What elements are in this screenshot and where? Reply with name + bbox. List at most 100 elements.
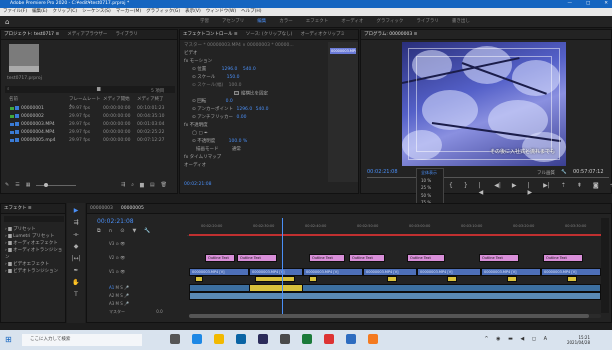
video-clip[interactable]: 00000003.MP4 [V] [417,268,481,276]
effects-folder-audio-transitions[interactable]: › ▆ オーディオトランジション [5,247,65,261]
workspace-tab-assembly[interactable]: アセンブリ [222,16,244,28]
video-clip[interactable]: 00000003.MP4 [V] [481,268,541,276]
menu-view[interactable]: 表示(V) [185,8,201,16]
track-header-a3[interactable]: A3 M S 🎤 [89,300,185,308]
mask-tools[interactable]: ◯ ▢ ✒ [192,131,208,137]
menu-help[interactable]: ヘルプ(H) [241,8,261,16]
tab-libraries[interactable]: ライブラリ [115,30,138,39]
menu-marker[interactable]: マーカー(M) [116,8,141,16]
adjustment-clip[interactable] [255,276,295,282]
workspace-tab-export[interactable]: 書き出し [452,16,470,28]
find-icon[interactable]: ⌕ [131,182,134,188]
menu-sequence[interactable]: シーケンス(S) [82,8,111,16]
task-view-icon[interactable] [170,334,180,344]
graphic-clip[interactable]: Outline Text [349,254,385,262]
effect-mini-timeline[interactable]: 00000003.MP4 [328,42,358,182]
adjustment-clip[interactable] [387,276,397,282]
edge-icon[interactable] [192,334,202,344]
nest-icon[interactable]: ⧉ [97,228,101,234]
pen-icon[interactable]: ✒ [71,267,81,275]
uniform-scale-checkbox[interactable]: 縦横比を固定 [234,91,268,97]
slip-icon[interactable]: |↔| [71,255,81,263]
video-clip[interactable]: 00000003.MP4 [V] [363,268,417,276]
source-line[interactable]: マスター * 00000003.MP4 ∨ 00000003 * 00000..… [184,43,294,49]
zoom-option-50[interactable]: 50 % [417,192,443,200]
home-icon[interactable]: ⌂ [5,18,9,26]
tab-program[interactable]: プログラム: 00000003 ≡ [364,30,417,39]
hand-icon[interactable]: ✋ [71,279,81,287]
audio-clip-selected[interactable] [249,284,303,292]
minimize-button[interactable]: — [567,0,572,8]
tab-effects[interactable]: エフェクト ≡ [4,204,32,213]
timeline-scrollbar[interactable] [189,314,601,318]
tab-audio-clip-mixer[interactable]: オーディオクリップミ [300,30,345,39]
timeline-settings-icon[interactable]: 🔧 [144,228,150,234]
effect-timecode[interactable]: 00:02:21:08 [184,182,211,188]
program-scrubber[interactable] [367,177,609,178]
workspace-tab-learn[interactable]: 学習 [200,16,209,28]
taskbar-search-input[interactable]: ここに入力して検索 [22,334,142,346]
playhead[interactable] [282,218,283,318]
system-tray-icons[interactable]: ^ ◉ ▬ ◀ ◻ A [484,336,550,342]
step-forward-icon[interactable]: |▶ [528,182,533,196]
store-icon[interactable] [236,334,246,344]
workspace-tab-edit[interactable]: 編集 [257,16,266,28]
track-header-master[interactable]: マスター 0.0 [89,308,185,316]
mark-in-icon[interactable]: { [449,182,453,196]
audio-clip-a2[interactable] [189,292,601,300]
table-row[interactable]: 00000001 29.97 fps 00:00:00:00 00:10:01:… [3,105,175,112]
firefox-icon[interactable] [368,334,378,344]
go-to-out-icon[interactable]: ▶| [543,182,550,196]
menu-window[interactable]: ウィンドウ(W) [206,8,236,16]
workspace-tab-libraries[interactable]: ライブラリ [416,16,439,28]
col-framerate[interactable]: フレームレート ∧ [69,96,103,109]
param-blend-mode[interactable]: 描画モード 通常 [196,147,241,153]
track-select-icon[interactable]: ⇶ [71,219,81,227]
table-row[interactable]: 00000003.MP4 29.97 fps 00:00:00:00 00:01… [3,121,175,128]
windows-start-icon[interactable]: ⊞ [5,335,12,344]
col-name[interactable]: 名前 [3,96,69,103]
param-scale[interactable]: ⊙ スケール 150.0 [192,75,240,81]
track-header-v2[interactable]: V2 ⊙ 👁 [89,254,185,262]
new-bin-icon[interactable]: ▆ [140,182,144,188]
chrome-icon[interactable] [324,334,334,344]
zoom-option-25[interactable]: 25 % [417,184,443,192]
col-media-start[interactable]: メディア開始 [103,96,137,103]
workspace-tab-effects[interactable]: エフェクト [306,16,329,28]
premiere-icon[interactable] [258,334,268,344]
menu-clip[interactable]: クリップ(C) [52,8,77,16]
resolution-select[interactable]: フル画質 [537,170,555,176]
param-position[interactable]: ⊙ 位置 1296.0 540.0 [192,67,256,73]
table-row[interactable]: 00000004.MP4 29.97 fps 00:00:00:00 00:02… [3,129,175,136]
graphic-clip[interactable]: Outline Text [309,254,345,262]
go-to-in-icon[interactable]: |◀ [479,182,484,196]
zoom-option-fit[interactable]: 全体表示 [417,169,443,177]
effects-search-input[interactable] [4,216,64,222]
timeline-tab-2[interactable]: 00000005 [121,204,144,213]
param-anchor[interactable]: ⊙ アンカーポイント 1296.0 540.0 [192,107,269,113]
param-scale-width[interactable]: ⊙ スケール(幅) 100.0 [192,83,242,89]
lift-icon[interactable]: ⇡ [561,182,566,196]
tab-effect-controls[interactable]: エフェクトコントロール ≡ [183,30,238,39]
close-button[interactable]: ✕ [604,0,608,8]
app-icon[interactable] [280,334,290,344]
step-back-icon[interactable]: ◀| [494,182,501,196]
param-rotation[interactable]: ⊙ 回転 0.0 [192,99,233,105]
graphic-clip[interactable]: Outline Text [407,254,445,262]
graphic-clip[interactable]: Outline Text [237,254,277,262]
track-header-a1[interactable]: A1 M S 🎤 [89,284,185,292]
project-search-input[interactable]: ⌕ [5,86,175,93]
graphic-clip[interactable]: Outline Text [205,254,235,262]
pencil-icon[interactable]: ✎ [5,182,9,188]
effect-opacity[interactable]: fx 不透明度 [184,123,208,129]
track-header-a2[interactable]: A2 M S 🎤 [89,292,185,300]
program-timecode[interactable]: 00:02:21:08 [367,169,398,175]
tab-source[interactable]: ソース: (クリップなし) [246,30,293,39]
linked-select-icon[interactable]: ⊙ [120,228,124,234]
extract-icon[interactable]: ⇞ [577,182,582,196]
zoom-slider[interactable] [36,183,77,187]
effects-folder-presets[interactable]: › ▆ プリセット [5,226,65,233]
timeline-timecode[interactable]: 00:02:21:08 [97,218,134,225]
word-icon[interactable] [346,334,356,344]
zoom-option-10[interactable]: 10 % [417,177,443,185]
